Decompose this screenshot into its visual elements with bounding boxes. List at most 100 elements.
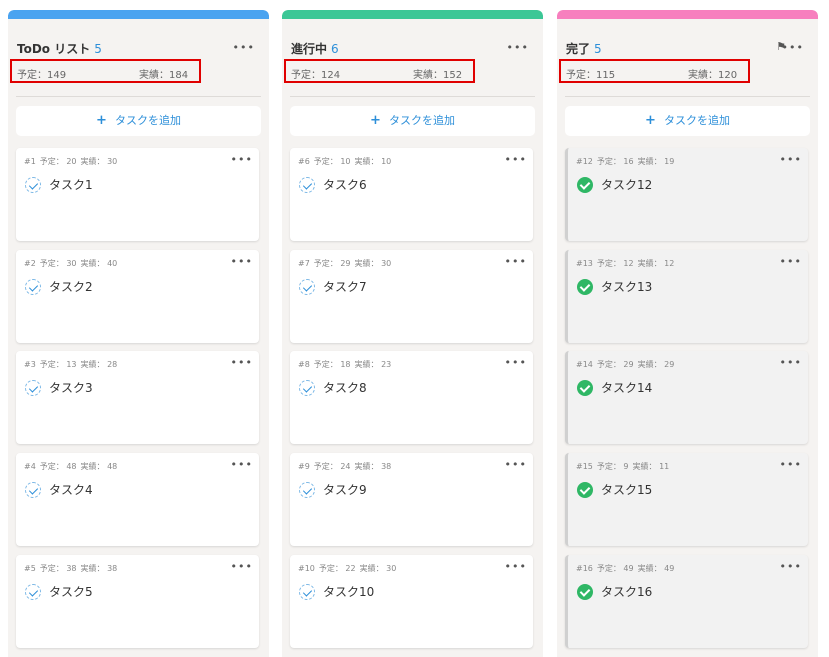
task-meta: #6 予定： 10 実績： 10: [298, 156, 395, 167]
task-card[interactable]: #9 予定： 24 実績： 38 ••• タスク9: [290, 453, 533, 546]
task-check-icon[interactable]: [299, 380, 315, 396]
task-card[interactable]: #3 予定： 13 実績： 28 ••• タスク3: [16, 351, 259, 444]
task-plan: 予定： 38: [39, 564, 77, 573]
column-title-text: ToDo リスト: [17, 42, 91, 56]
column-more-icon[interactable]: •••: [782, 42, 804, 53]
task-card[interactable]: #10 予定： 22 実績： 30 ••• タスク10: [290, 555, 533, 648]
task-check-icon[interactable]: [299, 482, 315, 498]
card-more-icon[interactable]: •••: [780, 256, 802, 267]
task-card[interactable]: #4 予定： 48 実績： 48 ••• タスク4: [16, 453, 259, 546]
card-more-icon[interactable]: •••: [505, 154, 527, 165]
task-check-icon[interactable]: [299, 177, 315, 193]
column-title: ToDo リスト 5: [17, 40, 102, 57]
card-more-icon[interactable]: •••: [231, 459, 253, 470]
task-card[interactable]: #13 予定： 12 実績： 12 ••• タスク13: [565, 250, 808, 343]
task-check-icon[interactable]: [25, 279, 41, 295]
task-id: #15: [576, 462, 593, 471]
task-card[interactable]: #5 予定： 38 実績： 38 ••• タスク5: [16, 555, 259, 648]
plan-total: 予定：115: [566, 70, 616, 81]
actual-total: 実績：184: [139, 70, 189, 81]
task-name: タスク13: [601, 280, 653, 294]
task-name: タスク14: [601, 381, 653, 395]
column-more-icon[interactable]: •••: [233, 42, 255, 53]
card-more-icon[interactable]: •••: [505, 357, 527, 368]
column-todo: ToDo リスト 5 ••• 予定：149 実績：184 + タスクを追加 #1 予定…: [8, 10, 269, 657]
completed-check-icon[interactable]: [577, 482, 593, 498]
task-plan: 予定： 12: [596, 259, 634, 268]
task-check-icon[interactable]: [299, 584, 315, 600]
card-more-icon[interactable]: •••: [780, 561, 802, 572]
card-more-icon[interactable]: •••: [505, 459, 527, 470]
task-meta: #4 予定： 48 実績： 48: [24, 461, 121, 472]
add-task-button[interactable]: + タスクを追加: [290, 106, 535, 136]
column-summary: 予定：124 実績：152: [284, 59, 475, 83]
task-plan: 予定： 29: [596, 360, 634, 369]
task-card[interactable]: #7 予定： 29 実績： 30 ••• タスク7: [290, 250, 533, 343]
card-more-icon[interactable]: •••: [780, 154, 802, 165]
task-id: #5: [24, 564, 36, 573]
add-task-button[interactable]: + タスクを追加: [16, 106, 261, 136]
plan-total: 予定：124: [291, 70, 341, 81]
card-more-icon[interactable]: •••: [505, 256, 527, 267]
task-actual: 実績： 40: [80, 259, 118, 268]
plus-icon: +: [370, 113, 381, 128]
task-card[interactable]: #15 予定： 9 実績： 11 ••• タスク15: [565, 453, 808, 546]
task-name: タスク15: [601, 483, 653, 497]
task-actual: 実績： 29: [637, 360, 675, 369]
card-more-icon[interactable]: •••: [231, 561, 253, 572]
divider: [565, 96, 810, 97]
card-more-icon[interactable]: •••: [231, 154, 253, 165]
task-actual: 実績： 23: [354, 360, 392, 369]
task-actual: 実績： 48: [80, 462, 118, 471]
column-color-bar: [282, 10, 543, 19]
completed-check-icon[interactable]: [577, 279, 593, 295]
plus-icon: +: [645, 113, 656, 128]
task-card[interactable]: #12 予定： 16 実績： 19 ••• タスク12: [565, 148, 808, 241]
task-check-icon[interactable]: [25, 380, 41, 396]
task-name: タスク8: [323, 381, 367, 395]
task-card[interactable]: #16 予定： 49 実績： 49 ••• タスク16: [565, 555, 808, 648]
completed-check-icon[interactable]: [577, 380, 593, 396]
task-plan: 予定： 48: [39, 462, 77, 471]
card-more-icon[interactable]: •••: [231, 357, 253, 368]
task-name: タスク16: [601, 585, 653, 599]
card-more-icon[interactable]: •••: [780, 459, 802, 470]
task-meta: #16 予定： 49 実績： 49: [576, 563, 678, 574]
card-more-icon[interactable]: •••: [505, 561, 527, 572]
task-actual: 実績： 30: [80, 157, 118, 166]
task-id: #10: [298, 564, 315, 573]
task-name: タスク12: [601, 178, 653, 192]
column-count: 6: [331, 42, 339, 56]
task-plan: 予定： 22: [318, 564, 356, 573]
column-header: ToDo リスト 5 ••• 予定：149 実績：184: [8, 19, 269, 97]
completed-check-icon[interactable]: [577, 584, 593, 600]
task-id: #4: [24, 462, 36, 471]
task-meta: #5 予定： 38 実績： 38: [24, 563, 121, 574]
task-meta: #1 予定： 20 実績： 30: [24, 156, 121, 167]
task-card[interactable]: #14 予定： 29 実績： 29 ••• タスク14: [565, 351, 808, 444]
task-check-icon[interactable]: [25, 584, 41, 600]
task-id: #16: [576, 564, 593, 573]
card-more-icon[interactable]: •••: [780, 357, 802, 368]
task-card[interactable]: #2 予定： 30 実績： 40 ••• タスク2: [16, 250, 259, 343]
task-id: #7: [298, 259, 310, 268]
task-check-icon[interactable]: [25, 177, 41, 193]
completed-check-icon[interactable]: [577, 177, 593, 193]
column-color-bar: [8, 10, 269, 19]
task-card[interactable]: #1 予定： 20 実績： 30 ••• タスク1: [16, 148, 259, 241]
task-id: #8: [298, 360, 310, 369]
task-card[interactable]: #6 予定： 10 実績： 10 ••• タスク6: [290, 148, 533, 241]
plan-total: 予定：149: [17, 70, 67, 81]
task-meta: #12 予定： 16 実績： 19: [576, 156, 678, 167]
task-actual: 実績： 38: [354, 462, 392, 471]
card-more-icon[interactable]: •••: [231, 256, 253, 267]
task-id: #9: [298, 462, 310, 471]
task-meta: #8 予定： 18 実績： 23: [298, 359, 395, 370]
task-check-icon[interactable]: [299, 279, 315, 295]
add-task-button[interactable]: + タスクを追加: [565, 106, 810, 136]
task-plan: 予定： 29: [313, 259, 351, 268]
task-card[interactable]: #8 予定： 18 実績： 23 ••• タスク8: [290, 351, 533, 444]
column-more-icon[interactable]: •••: [507, 42, 529, 53]
task-name: タスク9: [323, 483, 367, 497]
task-check-icon[interactable]: [25, 482, 41, 498]
